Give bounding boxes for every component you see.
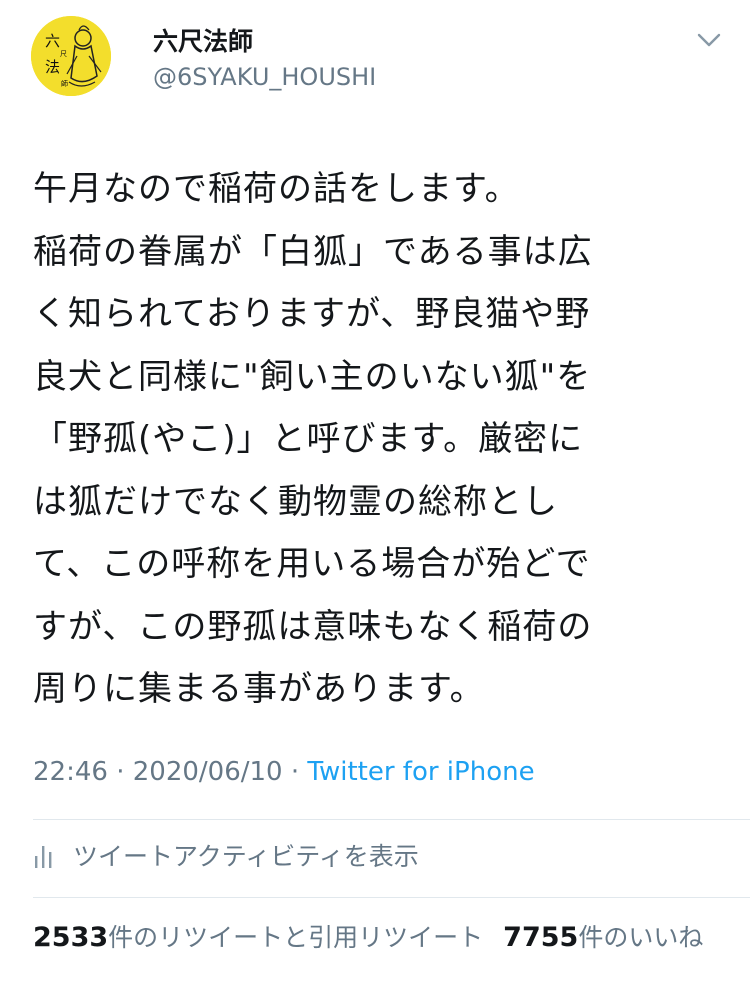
tweet-line: 午月なので稲荷の話をします。: [33, 169, 520, 209]
bar-chart-icon: [35, 846, 52, 868]
tweet-line: 良犬と同様に"飼い主のいない狐"を: [33, 356, 592, 397]
svg-text:尺: 尺: [60, 50, 67, 58]
tweet-stats: 2533件のリツイートと引用リツイート 7755件のいいね: [33, 918, 750, 962]
divider: [33, 819, 750, 820]
chevron-down-icon[interactable]: [695, 30, 723, 50]
tweet-line: は狐だけでなく動物霊の総称とし: [33, 481, 558, 522]
tweet-meta: 22:46 · 2020/06/10 · Twitter for iPhone: [33, 757, 535, 787]
tweet-date[interactable]: 2020/06/10: [133, 757, 283, 787]
avatar-illustration: 六 法 師 尺: [31, 16, 111, 96]
tweet-header: 六 法 師 尺 六尺法師 @6SYAKU_HOUSHI: [0, 0, 750, 120]
svg-text:師: 師: [61, 79, 68, 88]
likes-count: 7755: [503, 922, 579, 953]
retweets-count: 2533: [33, 922, 109, 953]
tweet-line: て、この呼称を用いる場合が殆どで: [33, 544, 591, 584]
tweet-time[interactable]: 22:46: [33, 757, 108, 787]
likes-label: 件のいいね: [578, 923, 704, 952]
tweet-text: 午月なので稲荷の話をします。稲荷の眷属が「白狐」である事は広 く知られておりますが…: [33, 158, 723, 721]
user-handle[interactable]: @6SYAKU_HOUSHI: [153, 63, 376, 91]
tweet-line: く知られておりますが、野良猫や野: [33, 294, 591, 334]
tweet-line: 稲荷の眷属が「白狐」である事は広: [33, 231, 593, 272]
display-name[interactable]: 六尺法師: [153, 22, 253, 58]
svg-text:法: 法: [45, 58, 60, 76]
tweet-line: 周りに集まる事があります。: [33, 669, 485, 709]
avatar[interactable]: 六 法 師 尺: [31, 16, 111, 96]
tweet-source-link[interactable]: Twitter for iPhone: [307, 757, 534, 787]
meta-separator: ·: [116, 757, 125, 787]
svg-text:六: 六: [45, 32, 60, 50]
retweets-label: 件のリツイートと引用リツイート: [108, 923, 484, 952]
retweets-stat[interactable]: 2533件のリツイートと引用リツイート: [33, 922, 484, 953]
tweet-activity-label: ツイートアクティビティを表示: [73, 842, 419, 871]
tweet-line: すが、この野孤は意味もなく稲荷の: [33, 606, 593, 647]
tweet-line: 「野孤(やこ)」と呼びます。厳密に: [33, 419, 584, 459]
likes-stat[interactable]: 7755件のいいね: [503, 922, 704, 953]
divider: [33, 897, 750, 898]
tweet-activity-button[interactable]: ツイートアクティビティを表示: [33, 835, 419, 875]
meta-separator: ·: [290, 757, 300, 787]
